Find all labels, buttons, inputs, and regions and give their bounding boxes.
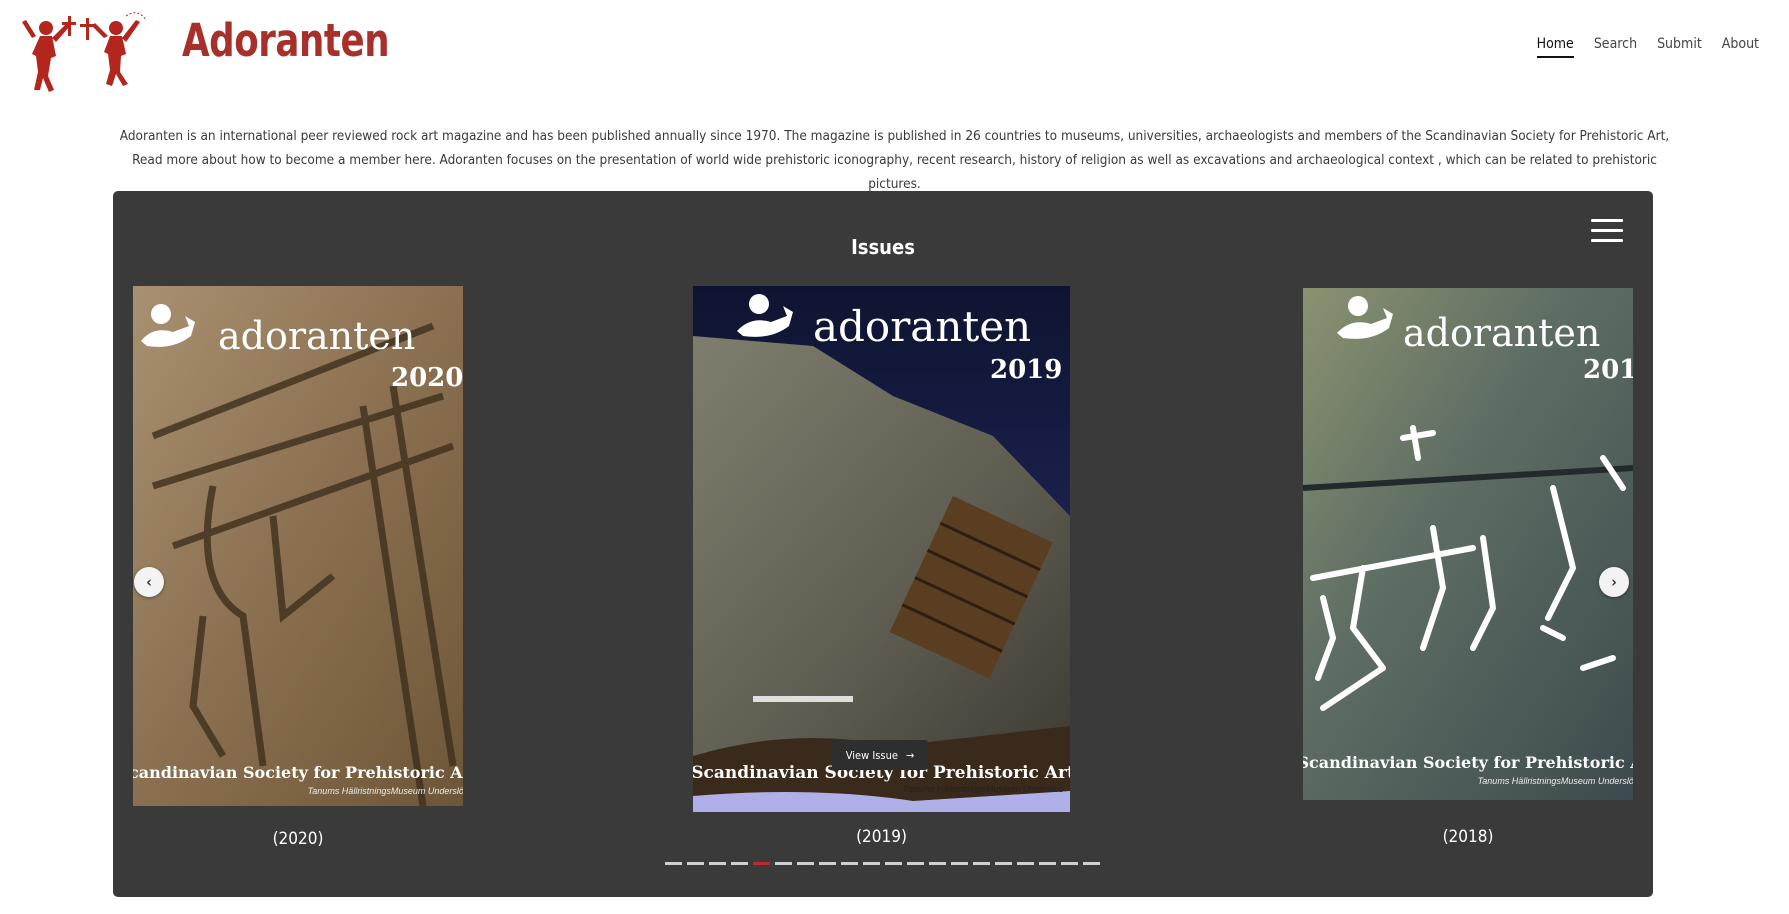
- view-issue-label: View Issue: [845, 748, 898, 762]
- main-nav: Home Search Submit About: [1536, 36, 1759, 58]
- chevron-right-icon[interactable]: ›: [1599, 567, 1629, 597]
- carousel-dot[interactable]: [973, 862, 990, 865]
- issue-cover-2019[interactable]: adoranten 2019 Scandinavian Society for …: [693, 286, 1070, 812]
- carousel-dot[interactable]: [929, 862, 946, 865]
- cover-subline: Tanums HällristningsMuseum Underslös: [1478, 776, 1633, 786]
- carousel-title: Issues: [851, 235, 915, 259]
- cover-subline: Tanums HällristningsMuseum Underslös: [308, 786, 463, 796]
- issues-carousel: Issues adoranten 2020 Scandinavian Socie…: [113, 191, 1653, 897]
- issue-cover-2020[interactable]: adoranten 2020 Scandinavian Society for …: [133, 286, 463, 806]
- carousel-dot[interactable]: [797, 862, 814, 865]
- chevron-left-icon[interactable]: ‹: [134, 567, 164, 597]
- carousel-pagination: [665, 862, 1100, 865]
- nav-home[interactable]: Home: [1536, 36, 1574, 58]
- nav-submit[interactable]: Submit: [1657, 36, 1702, 58]
- rock-art-figures-logo[interactable]: [18, 6, 153, 94]
- carousel-dot[interactable]: [1083, 862, 1100, 865]
- carousel-dot[interactable]: [841, 862, 858, 865]
- hamburger-menu-icon[interactable]: [1591, 219, 1623, 243]
- arrow-right-icon: →: [905, 748, 915, 762]
- carousel-dot[interactable]: [1017, 862, 1034, 865]
- cover-masthead: adoranten: [218, 314, 415, 358]
- cover-society: Scandinavian Society for Prehistoric Art: [133, 763, 463, 782]
- carousel-dot[interactable]: [819, 862, 836, 865]
- cover-year: 2018: [1583, 355, 1633, 385]
- cover-masthead: adoranten: [813, 302, 1031, 351]
- carousel-dot[interactable]: [907, 862, 924, 865]
- carousel-dot[interactable]: [863, 862, 880, 865]
- issue-cover-2018[interactable]: adoranten 2018 Scandinavian Society for …: [1303, 288, 1633, 800]
- carousel-dot[interactable]: [995, 862, 1012, 865]
- cover-subline: Tanums HällristningsMuseum Underslös: [903, 784, 1064, 794]
- carousel-dot[interactable]: [885, 862, 902, 865]
- carousel-dot[interactable]: [665, 862, 682, 865]
- cover-society: Scandinavian Society for Prehistoric Art: [1303, 753, 1633, 772]
- carousel-dot[interactable]: [731, 862, 748, 865]
- carousel-dot[interactable]: [709, 862, 726, 865]
- carousel-dot[interactable]: [1061, 862, 1078, 865]
- cover-year: 2019: [990, 355, 1062, 385]
- intro-text: Adoranten is an international peer revie…: [119, 128, 1670, 192]
- carousel-dot[interactable]: [951, 862, 968, 865]
- carousel-dot[interactable]: [753, 862, 770, 865]
- nav-about[interactable]: About: [1722, 36, 1759, 58]
- site-title[interactable]: Adoranten: [182, 14, 390, 67]
- carousel-dot[interactable]: [1039, 862, 1056, 865]
- cover-year: 2020: [391, 363, 463, 393]
- issue-label-2019[interactable]: (2019): [693, 827, 1070, 847]
- cover-masthead: adoranten: [1403, 311, 1600, 355]
- carousel-dot[interactable]: [775, 862, 792, 865]
- view-issue-button[interactable]: View Issue →: [832, 740, 928, 770]
- issue-label-2020[interactable]: (2020): [133, 829, 463, 849]
- nav-search[interactable]: Search: [1594, 36, 1637, 58]
- issue-label-2018[interactable]: (2018): [1303, 827, 1633, 847]
- carousel-dot[interactable]: [687, 862, 704, 865]
